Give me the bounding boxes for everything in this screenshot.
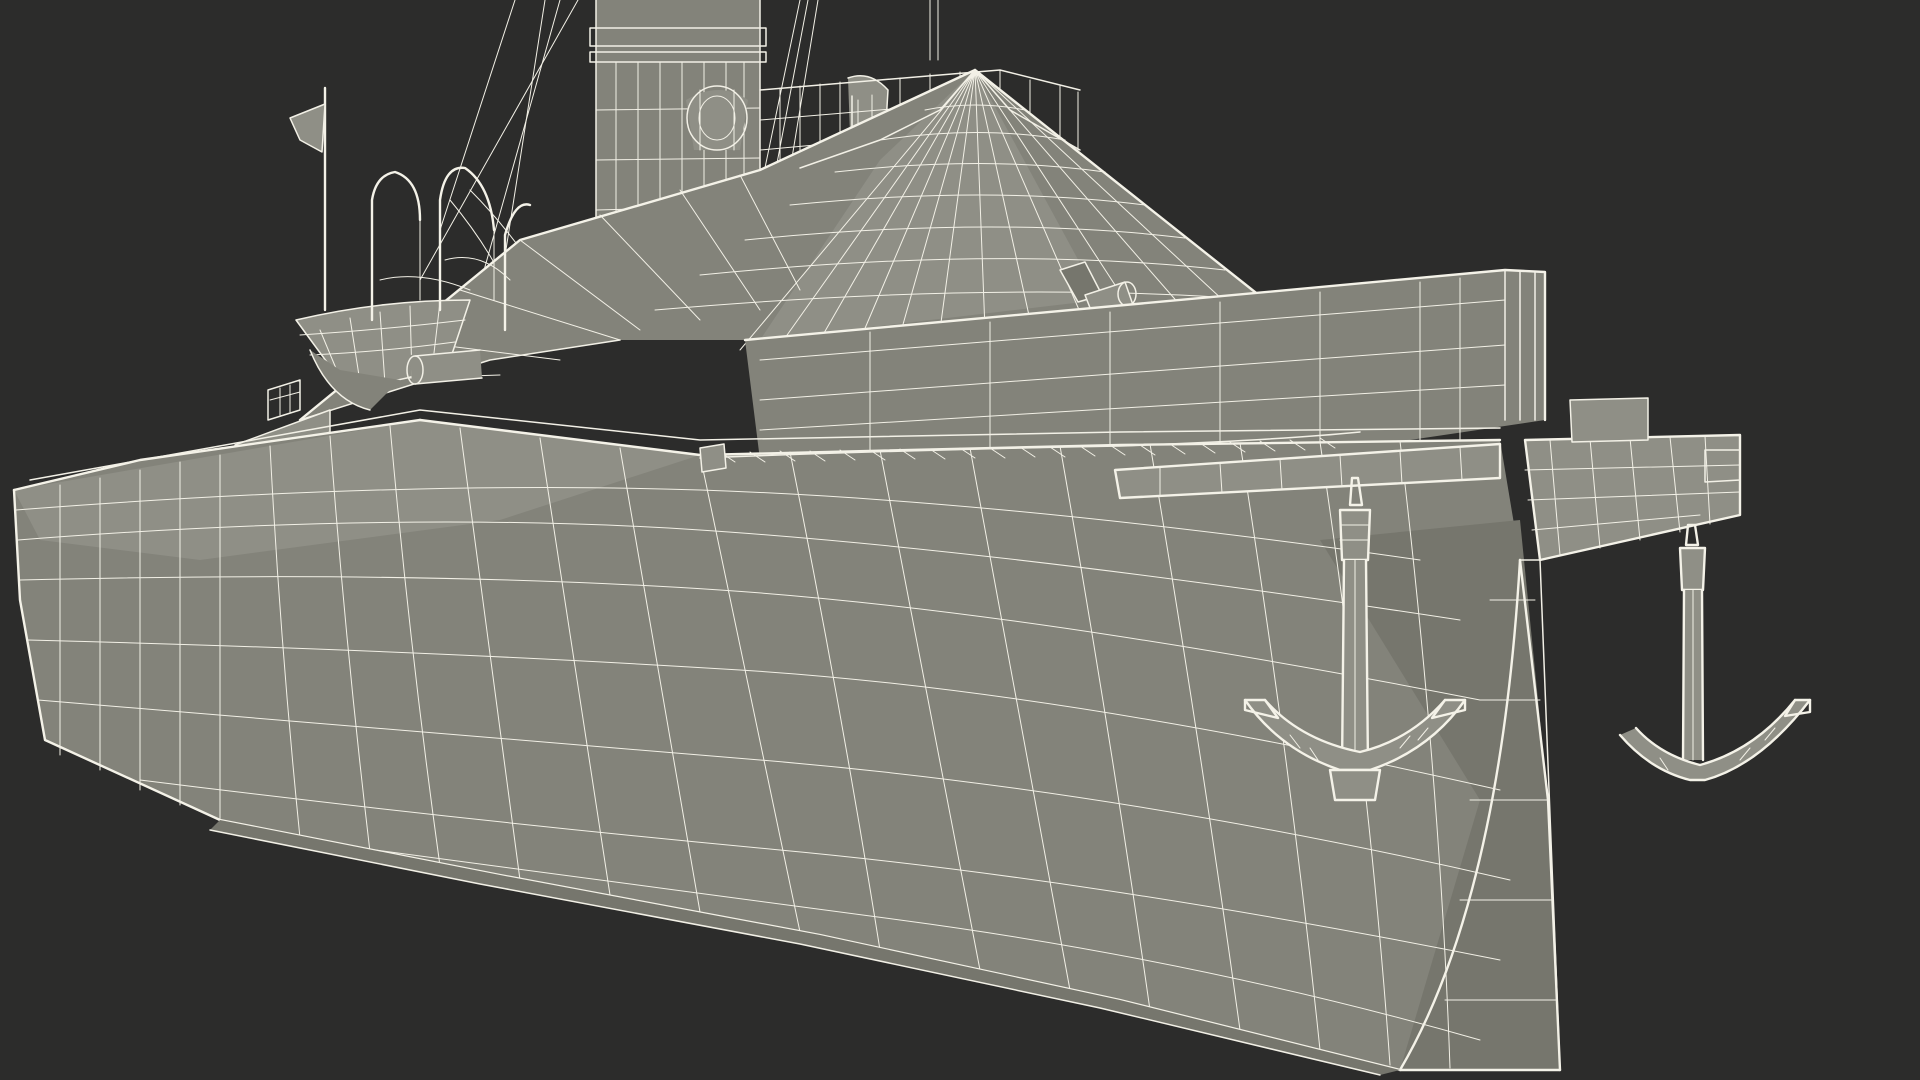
ventilator-cowl	[686, 85, 748, 151]
flag	[289, 86, 327, 312]
render-viewport	[0, 0, 1920, 1080]
bow-box	[1523, 397, 1742, 562]
deck-fitting	[406, 349, 483, 385]
anchor-icon	[1618, 523, 1812, 782]
ship-wireframe-scene	[12, 0, 1812, 1076]
